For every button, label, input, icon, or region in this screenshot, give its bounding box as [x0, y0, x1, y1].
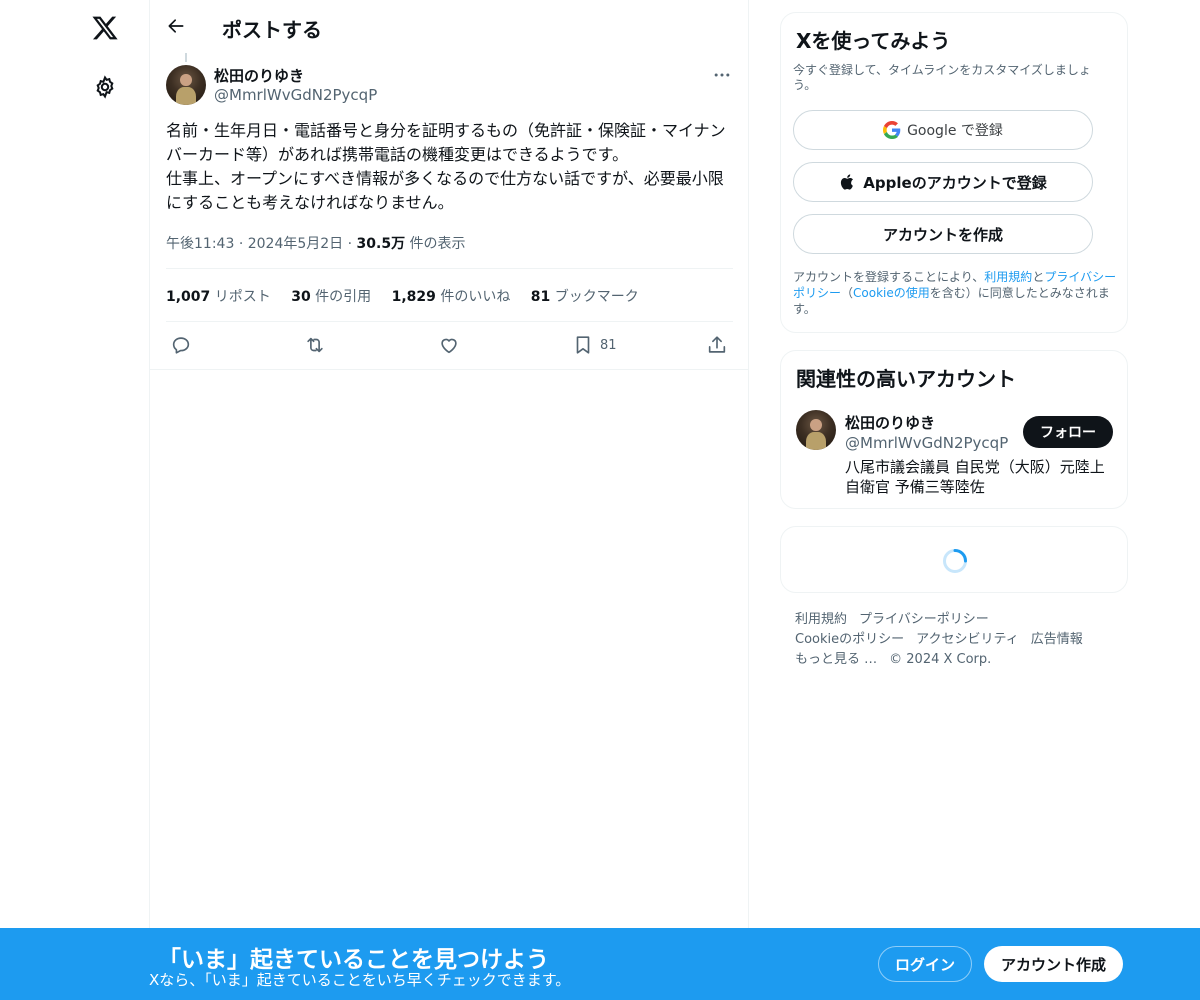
repost-button[interactable]	[304, 334, 326, 356]
like-button[interactable]	[438, 334, 460, 356]
related-avatar[interactable]	[796, 410, 836, 450]
related-handle[interactable]: @MmrlWvGdN2PycqP	[845, 434, 1008, 452]
signup-legal-text: アカウントを登録することにより、利用規約とプライバシーポリシー（Cookieの使…	[793, 270, 1117, 316]
terms-link[interactable]: 利用規約	[984, 270, 1032, 284]
google-signup-label: Google で登録	[907, 123, 1003, 139]
google-signup-button[interactable]: Google で登録	[793, 110, 1093, 150]
divider	[166, 321, 733, 322]
footer-accessibility-link[interactable]: アクセシビリティ	[916, 632, 1019, 647]
post-stats: 1,007 リポスト 30 件の引用 1,829 件のいいね 81 ブックマーク	[166, 286, 655, 306]
author-name[interactable]: 松田のりゆき	[214, 65, 304, 86]
apple-signup-button[interactable]: Appleのアカウントで登録	[793, 162, 1093, 202]
apple-signup-label: Appleのアカウントで登録	[863, 173, 1047, 192]
bookmark-count: 81	[600, 337, 617, 353]
related-bio: 八尾市議会議員 自民党（大阪）元陸上自衛官 予備三等陸佐	[845, 458, 1105, 496]
apple-icon	[841, 174, 854, 190]
signup-card-title: Xを使ってみよう	[796, 29, 951, 53]
main-column: ポストする 松田のりゆき @MmrlWvGdN2PycqP 名前・生年月日・電話…	[150, 0, 749, 1000]
signup-card-subtitle: 今すぐ登録して、タイムラインをカスタマイズしましょう。	[793, 63, 1091, 92]
post-meta: 午後11:43 · 2024年5月2日 · 30.5万 件の表示	[166, 233, 466, 253]
divider	[166, 268, 733, 269]
reply-icon	[172, 337, 190, 354]
left-nav	[0, 0, 150, 1000]
page-title: ポストする	[222, 18, 322, 42]
author-handle[interactable]: @MmrlWvGdN2PycqP	[214, 86, 377, 104]
share-button[interactable]	[706, 334, 728, 356]
footer-copyright: © 2024 X Corp.	[889, 652, 992, 667]
footer-more-link[interactable]: もっと見る …	[795, 652, 877, 667]
login-button[interactable]: ログイン	[878, 946, 972, 982]
stat-reposts[interactable]: 1,007 リポスト	[166, 289, 271, 305]
stat-quotes[interactable]: 30 件の引用	[291, 289, 371, 305]
page-header: ポストする	[150, 0, 749, 53]
views-label: 件の表示	[409, 236, 466, 252]
meta-dot: ·	[347, 236, 353, 252]
views-count: 30.5万	[356, 236, 406, 252]
cookie-link[interactable]: Cookieの使用	[853, 286, 930, 300]
signup-button[interactable]: アカウント作成	[984, 946, 1123, 982]
back-arrow-icon[interactable]	[166, 16, 186, 36]
bookmark-icon	[576, 336, 590, 354]
loading-spinner-icon	[943, 549, 967, 573]
repost-icon	[307, 337, 323, 353]
related-accounts-card: 関連性の高いアカウント 松田のりゆき @MmrlWvGdN2PycqP フォロー…	[780, 350, 1128, 509]
create-account-button[interactable]: アカウントを作成	[793, 214, 1093, 254]
bookmark-button[interactable]: 81	[572, 334, 617, 356]
bottom-bar-subtitle: Xなら、「いま」起きていることをいち早くチェックできます。	[149, 971, 571, 989]
google-icon	[883, 121, 901, 139]
stat-likes[interactable]: 1,829 件のいいね	[392, 289, 511, 305]
footer-privacy-link[interactable]: プライバシーポリシー	[859, 612, 989, 627]
footer-cookie-link[interactable]: Cookieのポリシー	[795, 632, 904, 647]
related-name[interactable]: 松田のりゆき	[845, 412, 935, 433]
follow-button[interactable]: フォロー	[1023, 416, 1113, 448]
author-avatar[interactable]	[166, 65, 206, 105]
like-icon	[441, 338, 457, 354]
stat-bookmarks[interactable]: 81 ブックマーク	[531, 289, 639, 305]
bottom-signup-bar: 「いま」起きていることを見つけよう Xなら、「いま」起きていることをいち早くチェ…	[0, 928, 1200, 1000]
post-text: 名前・生年月日・電話番号と身分を証明するもの（免許証・保険証・マイナンバーカード…	[166, 121, 726, 212]
x-logo-icon[interactable]	[91, 14, 119, 42]
divider	[150, 369, 749, 370]
thread-line	[185, 53, 187, 62]
footer-ads-link[interactable]: 広告情報	[1031, 632, 1083, 647]
signup-card: Xを使ってみよう 今すぐ登録して、タイムラインをカスタマイズしましょう。 Goo…	[780, 12, 1128, 333]
reply-button[interactable]	[170, 334, 192, 356]
post-date[interactable]: 2024年5月2日	[248, 236, 343, 252]
post-time[interactable]: 午後11:43	[166, 236, 234, 252]
gear-icon[interactable]	[93, 75, 117, 99]
related-accounts-title: 関連性の高いアカウント	[796, 367, 1016, 391]
loading-card	[780, 526, 1128, 593]
create-account-label: アカウントを作成	[882, 225, 1003, 244]
more-icon[interactable]	[712, 65, 732, 85]
share-icon	[708, 336, 726, 353]
footer-terms-link[interactable]: 利用規約	[795, 612, 847, 627]
meta-dot: ·	[238, 236, 244, 252]
footer-links: 利用規約 プライバシーポリシー Cookieのポリシー アクセシビリティ 広告情報 も…	[795, 610, 1115, 670]
